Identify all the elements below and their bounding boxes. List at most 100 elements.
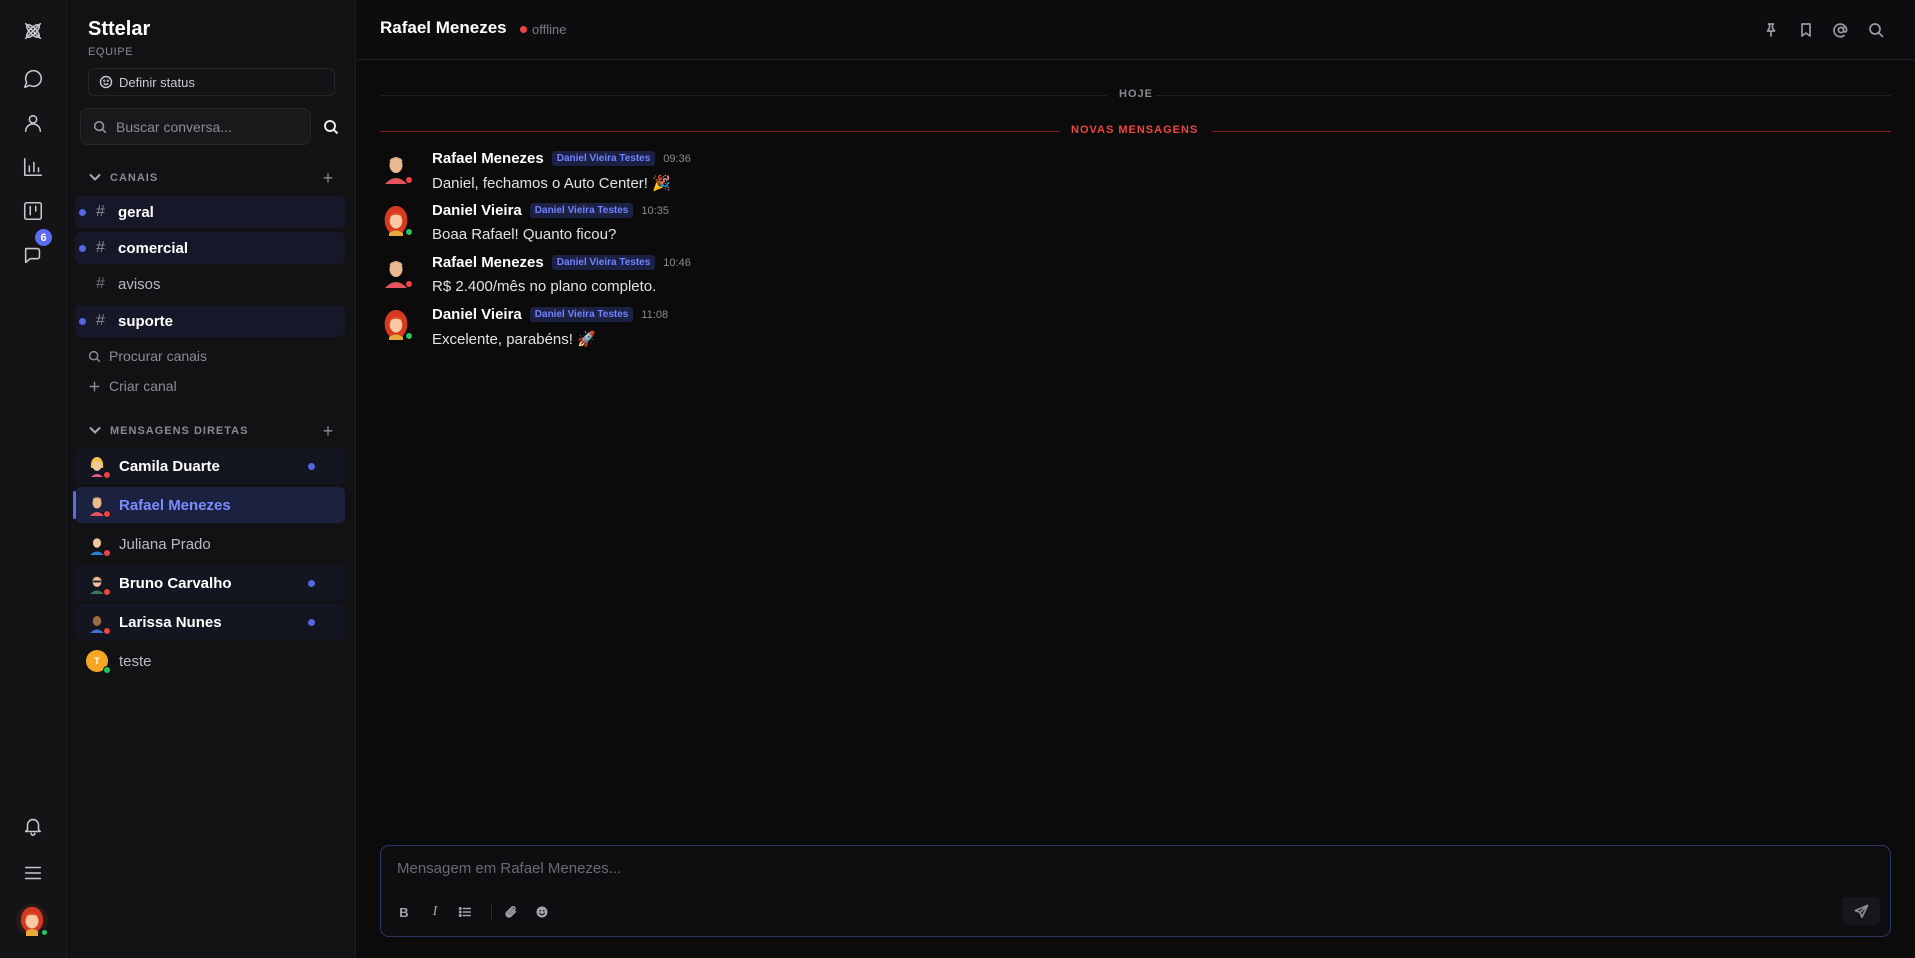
bell-icon[interactable] [14,807,52,845]
avatar [380,204,413,236]
browse-channels-link[interactable]: Procurar canais [88,346,207,366]
avatar [86,572,111,596]
offline-status-dot [405,280,413,288]
hash-icon: # [96,203,105,220]
message-author[interactable]: Rafael Menezes [432,254,544,271]
channels-section-header[interactable]: CANAIS [88,168,158,188]
message: Daniel Vieira Daniel Vieira Testes 10:35… [380,202,1780,252]
channel-item-suporte[interactable]: # suporte [75,305,345,337]
dm-item-teste[interactable]: T teste [75,643,345,679]
unread-badge: 6 [33,227,54,248]
channel-item-geral[interactable]: # geral [75,196,345,228]
unread-dot [308,579,315,587]
messages-icon[interactable] [14,60,52,98]
conversation-search [80,108,311,145]
workspace-name: Sttelar [88,18,151,40]
set-status-button[interactable]: Definir status [88,68,335,96]
search-icon[interactable] [1864,18,1888,42]
new-messages-line [380,131,1060,132]
reports-icon[interactable] [14,148,52,186]
offline-status-dot [103,627,111,635]
dm-name: Rafael Menezes [119,496,231,514]
emoji-icon[interactable] [531,901,553,923]
avatar: T [86,650,111,674]
search-button-icon[interactable] [319,115,343,139]
dm-name: teste [119,652,152,670]
italic-icon[interactable]: I [424,901,446,923]
avatar [86,494,111,518]
dm-item-larissa-nunes[interactable]: Larissa Nunes [75,604,345,640]
chat-panel: Rafael Menezes offline HOJE NOVAS MENSAG… [356,0,1915,958]
toolbar-separator [491,904,492,920]
channel-item-comercial[interactable]: # comercial [75,232,345,264]
dm-item-camila-duarte[interactable]: Camila Duarte [75,448,345,484]
channels-header-label: CANAIS [110,172,159,184]
channel-item-avisos[interactable]: # avisos [75,268,345,300]
message-text: Excelente, parabéns! 🚀 [432,331,596,348]
attach-icon[interactable] [500,901,522,923]
channel-name: comercial [118,239,189,257]
icon-rail: 6 [0,0,67,958]
bold-icon[interactable]: B [393,901,415,923]
message: Rafael Menezes Daniel Vieira Testes 10:4… [380,254,1780,304]
hash-icon: # [96,239,105,256]
message-time: 10:35 [641,204,669,217]
search-input[interactable] [116,118,296,135]
create-channel-link[interactable]: Criar canal [88,376,177,396]
set-status-label: Definir status [119,74,195,90]
team-chat-icon[interactable]: 6 [14,227,54,274]
divider-line [1155,95,1891,96]
message-composer: B I [380,845,1891,937]
hash-icon: # [96,312,105,329]
presence-status: offline [520,22,566,37]
message-author[interactable]: Rafael Menezes [432,150,544,167]
mention-icon[interactable] [1829,18,1853,42]
chat-title: Rafael Menezes [380,18,507,37]
direct-messages-section-header[interactable]: MENSAGENS DIRETAS [88,421,248,441]
new-messages-divider-label: NOVAS MENSAGENS [1071,124,1199,136]
offline-status-dot [103,588,111,596]
dm-item-rafael-menezes[interactable]: Rafael Menezes [73,487,345,523]
chevron-down-icon [88,423,110,440]
message-author[interactable]: Daniel Vieira [432,202,522,219]
channel-name: avisos [118,275,161,293]
divider-line [380,95,1107,96]
unread-dot [79,244,86,252]
app-logo-icon[interactable] [14,12,52,50]
unread-dot [308,462,315,470]
add-dm-icon[interactable]: + [318,421,338,441]
chat-header: Rafael Menezes offline [356,0,1915,60]
message-time: 09:36 [663,152,691,165]
dm-name: Larissa Nunes [119,613,222,631]
team-tag: Daniel Vieira Testes [551,151,656,166]
pin-icon[interactable] [1759,18,1783,42]
online-status-dot [405,228,413,236]
avatar [380,308,413,340]
message: Rafael Menezes Daniel Vieira Testes 09:3… [380,150,1780,200]
message: Daniel Vieira Daniel Vieira Testes 11:08… [380,306,1780,356]
user-avatar[interactable] [16,904,49,937]
kanban-icon[interactable] [14,192,52,230]
dm-name: Juliana Prado [119,535,211,553]
create-channel-label: Criar canal [109,378,177,394]
menu-icon[interactable] [14,854,52,892]
avatar [380,256,413,288]
add-channel-icon[interactable]: + [318,168,338,188]
avatar [86,533,111,557]
dm-item-juliana-prado[interactable]: Juliana Prado [75,526,345,562]
contacts-icon[interactable] [14,104,52,142]
dm-item-bruno-carvalho[interactable]: Bruno Carvalho [75,565,345,601]
message-input[interactable] [397,860,1797,882]
avatar [380,152,413,184]
message-author[interactable]: Daniel Vieira [432,306,522,323]
bookmark-icon[interactable] [1794,18,1818,42]
send-button[interactable] [1842,897,1880,925]
dms-header-label: MENSAGENS DIRETAS [110,425,249,437]
bullet-list-icon[interactable] [454,901,476,923]
channel-name: suporte [118,312,174,330]
workspace-subtitle: EQUIPE [88,46,134,58]
online-status-dot [103,666,111,674]
message-time: 11:08 [641,308,669,321]
search-icon [93,120,107,133]
smiley-icon [99,75,113,89]
